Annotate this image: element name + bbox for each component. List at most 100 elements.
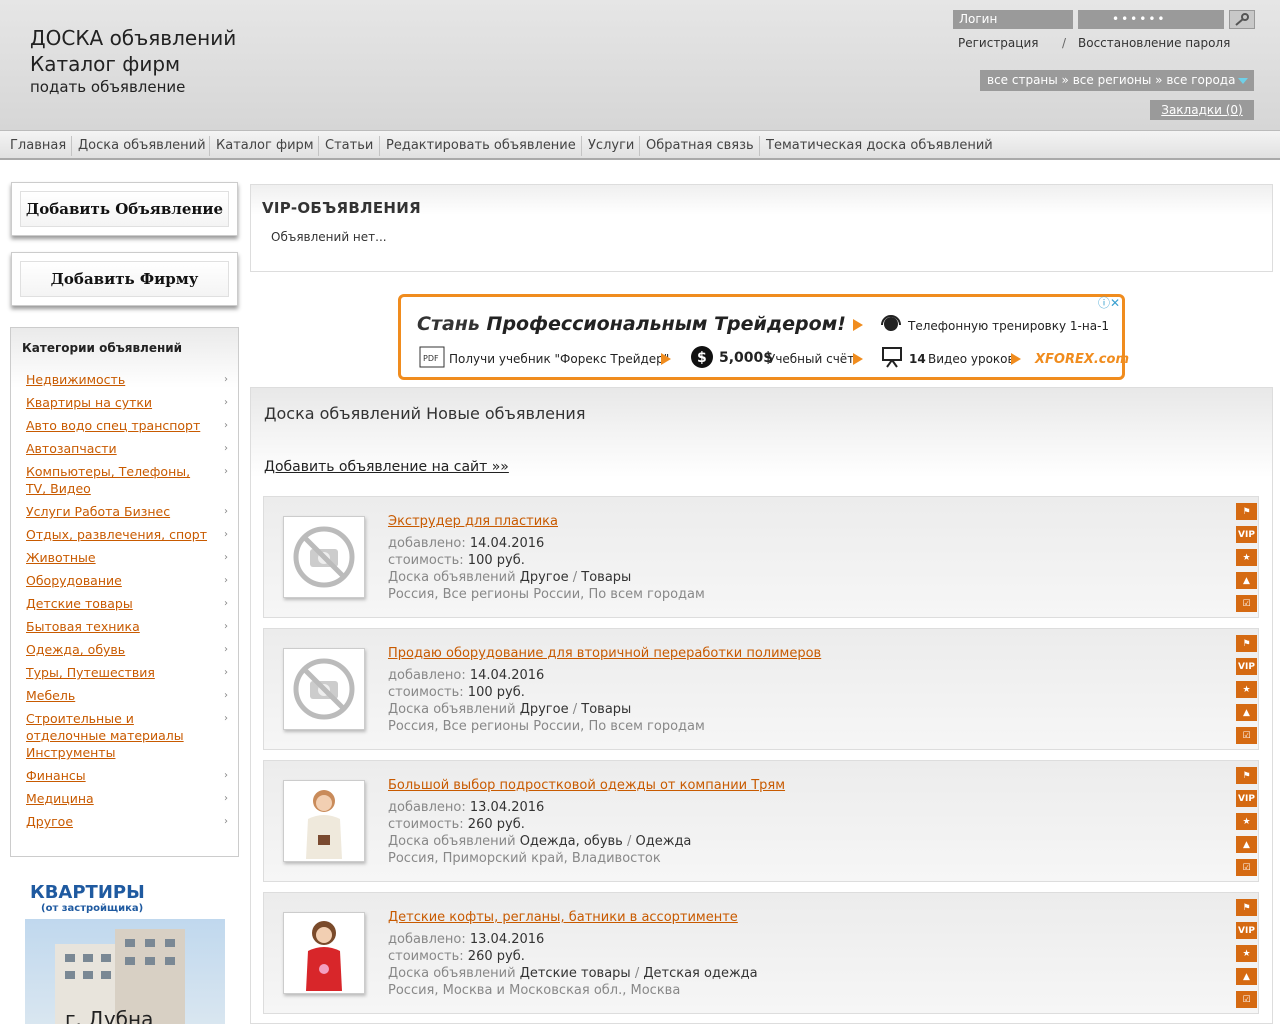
- sidebar-ad-banner[interactable]: КВАРТИРЫ (от застройщика) г. Дубна: [25, 877, 225, 1024]
- banner-headline: Стань Профессиональным Трейдером!: [417, 313, 846, 335]
- category-link[interactable]: Туры, Путешествия: [26, 664, 216, 681]
- category-link[interactable]: Другое: [520, 702, 569, 717]
- added-label: добавлено:: [388, 800, 466, 815]
- subcategory-link[interactable]: Детская одежда: [643, 966, 757, 981]
- site-title[interactable]: ДОСКА объявлений: [30, 26, 236, 50]
- login-button[interactable]: [1229, 10, 1255, 29]
- forex-banner[interactable]: Стань Профессиональным Трейдером! Телефо…: [398, 294, 1129, 380]
- arrow-up-icon[interactable]: ▲: [1236, 704, 1257, 721]
- checkbox-icon[interactable]: ☑: [1236, 991, 1257, 1008]
- header: ДОСКА объявлений Каталог фирм подать объ…: [0, 0, 1280, 130]
- dollar-icon: $: [691, 346, 713, 368]
- category-link[interactable]: Авто водо спец транспорт: [26, 417, 216, 434]
- category-link[interactable]: Недвижимость: [26, 371, 216, 388]
- add-ad-button[interactable]: Добавить Объявление: [11, 182, 238, 236]
- category-link[interactable]: Одежда, обувь: [520, 834, 623, 849]
- close-icon[interactable]: ⓘ✕: [1098, 294, 1120, 311]
- add-ad-link[interactable]: Добавить объявление на сайт »»: [264, 459, 509, 475]
- listing-date: добавлено: 14.04.2016: [388, 536, 544, 551]
- bookmarks-button[interactable]: Закладки (0): [1150, 100, 1254, 120]
- board-label: Доска объявлений: [388, 834, 516, 849]
- category-link[interactable]: Оборудование: [26, 572, 216, 589]
- arrow-up-icon[interactable]: ▲: [1236, 836, 1257, 853]
- category-link[interactable]: Компьютеры, Телефоны, TV, Видео: [26, 463, 206, 497]
- category-link[interactable]: Одежда, обувь: [26, 641, 216, 658]
- login-input[interactable]: Логин: [953, 10, 1073, 29]
- vip-icon[interactable]: VIP: [1236, 526, 1257, 543]
- nav-item[interactable]: Доска объявлений: [78, 138, 206, 153]
- nav-item[interactable]: Каталог фирм: [216, 138, 314, 153]
- category-link[interactable]: Детские товары: [26, 595, 216, 612]
- checkbox-icon[interactable]: ☑: [1236, 727, 1257, 744]
- nav-item[interactable]: Статьи: [325, 138, 373, 153]
- add-firm-button[interactable]: Добавить Фирму: [11, 252, 238, 306]
- arrow-up-icon[interactable]: ▲: [1236, 572, 1257, 589]
- listing-title-link[interactable]: Экструдер для пластика: [388, 514, 558, 529]
- vip-icon[interactable]: VIP: [1236, 658, 1257, 675]
- nav-item[interactable]: Услуги: [588, 138, 634, 153]
- listing-photo[interactable]: [283, 780, 365, 862]
- girl-photo-image: [288, 915, 360, 991]
- listing-date-value: 14.04.2016: [469, 536, 545, 551]
- listing-category: Доска объявлений Детские товары / Детска…: [388, 966, 758, 981]
- banner-item-book: Получи учебник "Форекс Трейдер": [449, 352, 670, 366]
- board-label: Доска объявлений: [388, 570, 516, 585]
- category-link[interactable]: Услуги Работа Бизнес: [26, 503, 216, 520]
- listing-photo[interactable]: [283, 912, 365, 994]
- category-link[interactable]: Детские товары: [520, 966, 631, 981]
- star-icon[interactable]: ★: [1236, 813, 1257, 830]
- post-ad-link[interactable]: подать объявление: [30, 78, 185, 96]
- nav-item[interactable]: Обратная связь: [646, 138, 754, 153]
- category-link[interactable]: Квартиры на сутки: [26, 394, 216, 411]
- subcategory-link[interactable]: Товары: [581, 702, 631, 717]
- vip-icon[interactable]: VIP: [1236, 790, 1257, 807]
- category-link[interactable]: Мебель: [26, 687, 216, 704]
- board-label: Доска объявлений: [388, 702, 516, 717]
- sidebar-ad-subtitle: (от застройщика): [41, 903, 144, 914]
- listing-title-link[interactable]: Продаю оборудование для вторичной перера…: [388, 646, 821, 661]
- add-ad-label: Добавить Объявление: [20, 191, 229, 227]
- listing-price: стоимость: 260 руб.: [388, 817, 525, 832]
- subcategory-link[interactable]: Товары: [581, 570, 631, 585]
- checkbox-icon[interactable]: ☑: [1236, 595, 1257, 612]
- region-selector[interactable]: все страны » все регионы » все города: [980, 70, 1254, 91]
- checkbox-icon[interactable]: ☑: [1236, 859, 1257, 876]
- star-icon[interactable]: ★: [1236, 681, 1257, 698]
- banner-brand: XFOREX.com: [1035, 352, 1129, 367]
- category-link[interactable]: Отдых, развлечения, спорт: [26, 526, 216, 543]
- no-photo-thumbnail[interactable]: [283, 516, 365, 598]
- nav-item[interactable]: Редактировать объявление: [386, 138, 576, 153]
- category-link[interactable]: Строительные и отделочные материалы Инст…: [26, 710, 201, 761]
- chevron-right-icon: ›: [224, 466, 228, 477]
- vip-icon[interactable]: VIP: [1236, 922, 1257, 939]
- listing-title-link[interactable]: Большой выбор подростковой одежды от ком…: [388, 778, 785, 793]
- star-icon[interactable]: ★: [1236, 549, 1257, 566]
- banner-item-video: Видео уроков: [928, 352, 1015, 366]
- listing-title-link[interactable]: Детские кофты, регланы, батники в ассорт…: [388, 910, 738, 925]
- category-link[interactable]: Другое: [26, 813, 216, 830]
- flag-icon[interactable]: ⚑: [1236, 635, 1257, 652]
- category-link[interactable]: Животные: [26, 549, 216, 566]
- category-link[interactable]: Автозапчасти: [26, 440, 216, 457]
- star-icon[interactable]: ★: [1236, 945, 1257, 962]
- subcategory-link[interactable]: Одежда: [636, 834, 692, 849]
- site-subtitle[interactable]: Каталог фирм: [30, 52, 180, 76]
- arrow-up-icon[interactable]: ▲: [1236, 968, 1257, 985]
- category-link[interactable]: Медицина: [26, 790, 216, 807]
- flag-icon[interactable]: ⚑: [1236, 503, 1257, 520]
- nav-item[interactable]: Главная: [10, 138, 66, 153]
- chevron-right-icon: ›: [224, 397, 228, 408]
- category-link[interactable]: Другое: [520, 570, 569, 585]
- register-link[interactable]: Регистрация: [958, 36, 1038, 50]
- no-photo-thumbnail[interactable]: [283, 648, 365, 730]
- category-link[interactable]: Финансы: [26, 767, 216, 784]
- listing-actions: ⚑ VIP ★ ▲ ☑: [1236, 767, 1258, 882]
- nav-item[interactable]: Тематическая доска объявлений: [766, 138, 993, 153]
- listing-actions: ⚑ VIP ★ ▲ ☑: [1236, 503, 1258, 618]
- flag-icon[interactable]: ⚑: [1236, 899, 1257, 916]
- category-link[interactable]: Бытовая техника: [26, 618, 216, 635]
- listing-date: добавлено: 13.04.2016: [388, 932, 544, 947]
- password-input[interactable]: ••••••: [1078, 10, 1224, 29]
- flag-icon[interactable]: ⚑: [1236, 767, 1257, 784]
- restore-password-link[interactable]: Восстановление пароля: [1078, 36, 1230, 50]
